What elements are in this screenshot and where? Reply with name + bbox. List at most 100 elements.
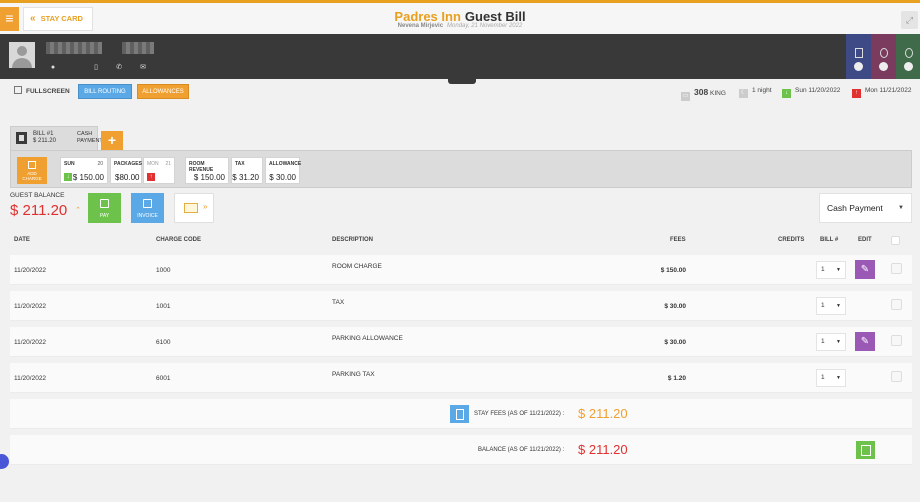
table-row[interactable]: 11/20/2022 1001 TAX $ 30.00 1 ▼ <box>10 291 912 321</box>
map-pin-icon[interactable]: ● <box>48 63 58 73</box>
bill-number-select[interactable]: 1 ▼ <box>816 261 846 279</box>
arrival-info: ↓ Sun 11/20/2022 <box>782 87 840 98</box>
moon-icon: ☾ <box>739 89 748 98</box>
redacted-guest-name <box>46 42 102 54</box>
page-title-text: Guest Bill <box>464 9 526 24</box>
guest-balance-amount: $ 211.20 <box>10 202 68 219</box>
bill-tab-label: BILL #1 $ 211.20 <box>33 131 56 144</box>
edit-pencil-icon[interactable]: ✎ <box>855 332 875 351</box>
arrow-up-icon: ↑ <box>852 89 861 98</box>
tax-card: TAX $ 31.20 <box>231 157 263 184</box>
row-checkbox[interactable] <box>891 263 902 274</box>
nights-info: ☾ 1 night <box>739 87 772 98</box>
arrow-down-icon: ↓ <box>64 173 72 181</box>
avatar <box>9 42 35 68</box>
phone-icon[interactable]: ✆ <box>114 63 124 73</box>
folder-menu-button[interactable]: » <box>174 193 214 223</box>
folder-icon <box>184 203 198 213</box>
row-checkbox[interactable] <box>891 299 902 310</box>
day-card-mon[interactable]: MON 21 ↑ <box>143 157 175 184</box>
bill-tab-1[interactable]: BILL #1 $ 211.20 CASH PAYMENT <box>10 126 103 150</box>
row-date: 11/20/2022 <box>14 339 47 346</box>
balance-amount: $ 211.20 <box>578 442 628 457</box>
bill-routing-button[interactable]: BILL ROUTING <box>78 84 132 99</box>
bill-number-select[interactable]: 1 ▼ <box>816 333 846 351</box>
table-row[interactable]: 11/20/2022 6001 PARKING TAX $ 1.20 1 ▼ <box>10 363 912 393</box>
room-type: KING <box>710 90 726 97</box>
trend-icon[interactable]: ⤢ <box>901 11 918 29</box>
stay-tab-green[interactable] <box>896 34 920 79</box>
hotel-name: Padres Inn <box>394 9 461 24</box>
allowance-value: $ 30.00 <box>269 173 296 182</box>
guest-info-band: ● ▯ ✆ ✉ <box>0 34 920 79</box>
caret-down-icon: ▼ <box>836 339 841 345</box>
table-row[interactable]: 11/20/2022 1000 ROOM CHARGE $ 150.00 1 ▼ … <box>10 255 912 285</box>
row-fee: $ 30.00 <box>664 339 686 346</box>
stay-tab-blue[interactable] <box>846 34 871 79</box>
stay-card-button[interactable]: « STAY CARD <box>23 7 93 31</box>
fullscreen-icon <box>14 86 22 94</box>
caret-down-icon: ▼ <box>836 267 841 273</box>
menu-icon[interactable]: ≡ <box>0 7 19 31</box>
row-description: TAX <box>332 299 345 306</box>
stay-fees-row: STAY FEES (AS OF 11/21/2022) : $ 211.20 <box>10 399 912 429</box>
mail-icon[interactable]: ✉ <box>138 63 148 73</box>
add-bill-button[interactable]: + <box>101 131 123 150</box>
payment-method-select[interactable]: Cash Payment ▼ <box>819 193 912 223</box>
stay-fees-amount: $ 211.20 <box>578 406 628 421</box>
caret-down-icon: ▼ <box>836 375 841 381</box>
invoice-button[interactable]: INVOICE <box>131 193 164 223</box>
bill-icon <box>16 132 27 144</box>
chevron-up-icon[interactable]: ⌃ <box>75 206 81 214</box>
room-number: 308 <box>694 87 709 97</box>
help-bubble-icon[interactable] <box>0 454 9 469</box>
bill-number-select[interactable]: 1 ▼ <box>816 369 846 387</box>
document-icon[interactable] <box>450 405 469 423</box>
departure-info: ↑ Mon 11/21/2022 <box>852 87 912 98</box>
room-revenue-value: $ 150.00 <box>193 173 225 182</box>
bill-summary: ADD CHARGE SUN 20 ↓ $ 150.00 PACKAGES $80… <box>10 150 912 188</box>
arrow-down-icon: ↓ <box>782 89 791 98</box>
row-description: ROOM CHARGE <box>332 263 382 270</box>
stay-tab-purple[interactable] <box>871 34 896 79</box>
row-checkbox[interactable] <box>891 371 902 382</box>
bed-icon: ▭ <box>681 92 690 101</box>
row-description: PARKING TAX <box>332 371 375 378</box>
arrival-date: Sun 11/20/2022 <box>795 87 841 94</box>
mobile-phone-icon[interactable]: ▯ <box>91 63 101 73</box>
allowances-button[interactable]: ALLOWANCES <box>137 84 189 99</box>
redacted-guest-detail <box>122 42 154 54</box>
guest-balance-label: GUEST BALANCE <box>10 192 65 199</box>
room-info: ▭ 308 KING <box>681 87 726 101</box>
double-chevron-down-icon: » <box>203 202 208 211</box>
table-row[interactable]: 11/20/2022 6100 PARKING ALLOWANCE $ 30.0… <box>10 327 912 357</box>
room-revenue-card: ROOM REVENUE $ 150.00 <box>185 157 229 184</box>
row-checkbox[interactable] <box>891 335 902 346</box>
col-date: DATE <box>14 237 30 243</box>
col-charge-code: CHARGE CODE <box>156 237 202 243</box>
bill-number-select[interactable]: 1 ▼ <box>816 297 846 315</box>
packages-card[interactable]: PACKAGES $80.00 <box>110 157 142 184</box>
caret-down-icon: ▼ <box>836 303 841 309</box>
row-code: 1000 <box>156 267 171 274</box>
pay-button[interactable]: PAY <box>88 193 121 223</box>
day-card-sun[interactable]: SUN 20 ↓ $ 150.00 <box>60 157 108 184</box>
guest-name: Nevena Mirjevic <box>397 23 444 29</box>
allowance-card: ALLOWANCE $ 30.00 <box>265 157 301 184</box>
add-charge-button[interactable]: ADD CHARGE <box>17 157 47 184</box>
bill-tab-amount: $ 211.20 <box>33 138 56 144</box>
wallet-icon[interactable] <box>856 441 875 459</box>
col-bill: BILL # <box>820 237 839 243</box>
fullscreen-button[interactable]: FULLSCREEN <box>14 86 70 95</box>
row-date: 11/20/2022 <box>14 303 47 310</box>
stay-fees-label: STAY FEES (AS OF 11/21/2022) : <box>474 411 565 417</box>
edit-pencil-icon[interactable]: ✎ <box>855 260 875 279</box>
document-icon <box>143 199 152 208</box>
balance-row: BALANCE (AS OF 11/21/2022) : $ 211.20 <box>10 435 912 465</box>
balance-label: BALANCE (AS OF 11/21/2022) : <box>478 447 565 453</box>
select-all-checkbox[interactable] <box>891 236 900 245</box>
row-description: PARKING ALLOWANCE <box>332 335 403 342</box>
sun-value: $ 150.00 <box>72 173 104 182</box>
row-fee: $ 150.00 <box>660 267 686 274</box>
packages-value: $80.00 <box>115 173 140 182</box>
